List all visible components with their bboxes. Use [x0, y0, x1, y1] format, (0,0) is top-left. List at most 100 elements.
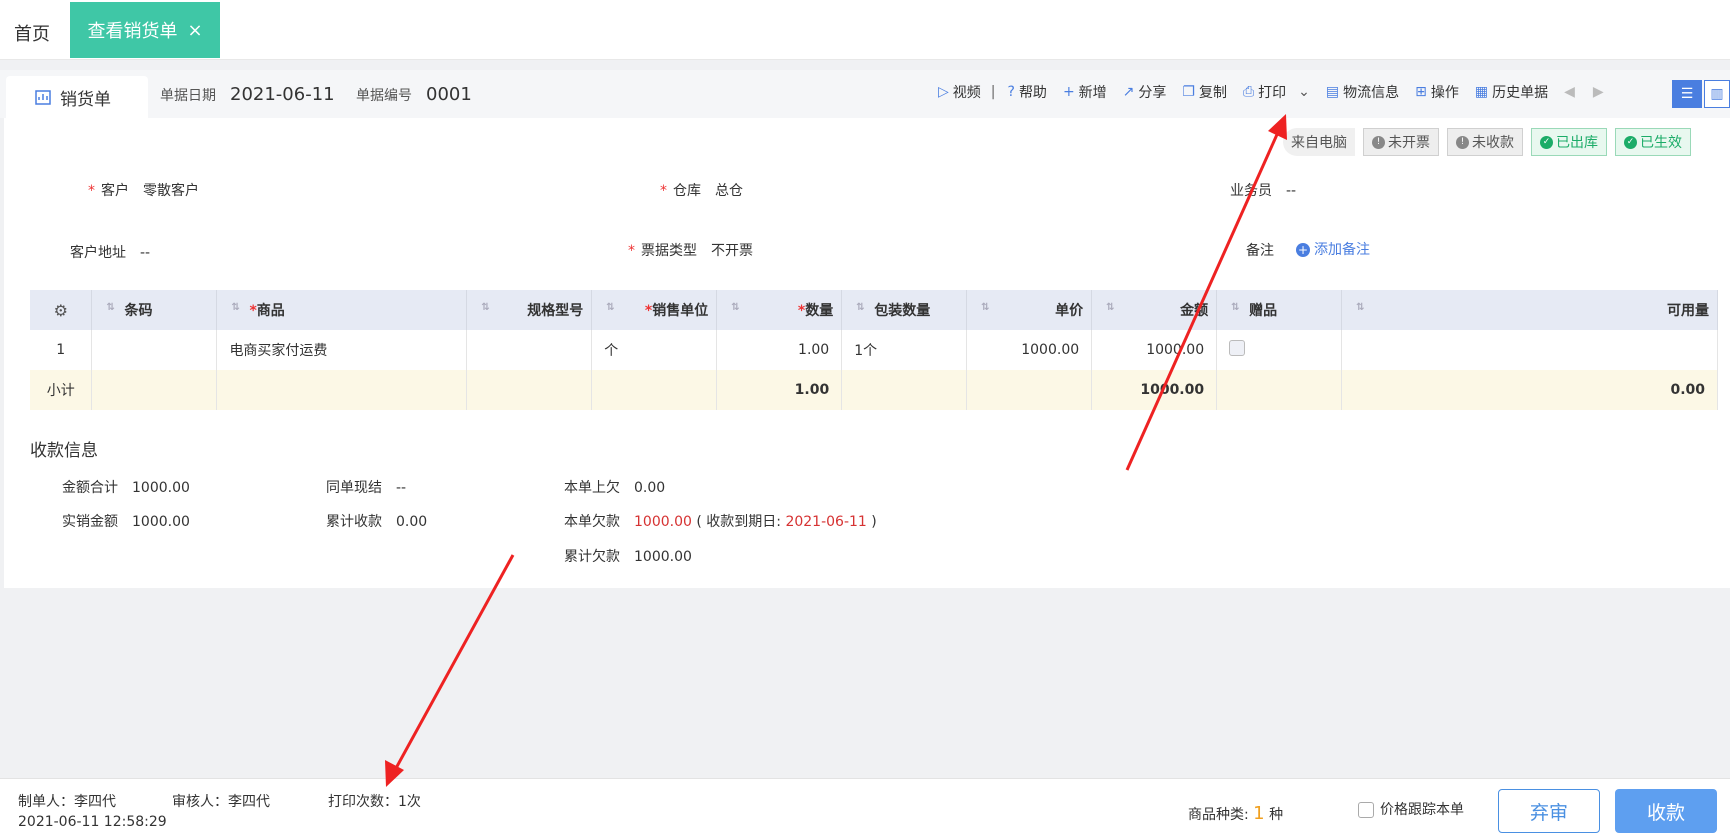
col-product-label: 商品 — [256, 303, 285, 319]
history-button[interactable]: ▦ 历史单据 — [1475, 82, 1548, 102]
prev-arrow-icon[interactable]: ◀ — [1564, 84, 1575, 100]
sort-icon[interactable]: ⇅ — [231, 302, 239, 313]
gift-checkbox[interactable] — [1229, 340, 1246, 356]
sort-icon[interactable]: ⇅ — [606, 302, 614, 313]
invoice-type-field[interactable]: * 票据类型 不开票 — [628, 240, 753, 260]
same-settle-value: -- — [396, 480, 407, 496]
col-price-label: 单价 — [1055, 303, 1084, 319]
total-amount: 金额合计 1000.00 — [62, 477, 190, 497]
sales-doc-icon — [35, 90, 51, 105]
subtotal-row: 小计 1.00 1000.00 0.00 — [30, 370, 1718, 410]
sort-icon[interactable]: ⇅ — [731, 302, 739, 313]
chevron-down-icon[interactable]: ⌄ — [1298, 84, 1310, 100]
col-amount[interactable]: ⇅ 金额 — [1091, 290, 1218, 330]
collect-payment-button[interactable]: 收款 — [1615, 789, 1717, 833]
help-button[interactable]: ? 帮助 — [1008, 82, 1047, 102]
address-label: 客户地址 — [70, 245, 126, 261]
price-track-option[interactable]: 价格跟踪本单 — [1358, 799, 1464, 819]
outbound-status-badge: ✓ 已出库 — [1531, 128, 1607, 156]
print-button[interactable]: ⎙ 打印 ⌄ — [1243, 82, 1310, 102]
customer-value: 零散客户 — [143, 183, 199, 199]
cell-spec[interactable] — [466, 330, 593, 370]
help-label: 帮助 — [1018, 85, 1047, 101]
col-pack[interactable]: ⇅ 包装数量 — [841, 290, 968, 330]
salesman-value: -- — [1286, 183, 1297, 199]
col-qty[interactable]: ⇅ *数量 — [716, 290, 843, 330]
detail-view-button[interactable]: ▥ — [1704, 80, 1730, 108]
customer-field[interactable]: * 客户 零散客户 — [88, 180, 199, 200]
video-button[interactable]: ▷ 视频 — [938, 82, 981, 102]
same-settle: 同单现结 -- — [326, 477, 406, 497]
share-button[interactable]: ↗ 分享 — [1123, 82, 1167, 102]
doc-type-tab[interactable]: 销货单 — [6, 76, 148, 118]
logistics-button[interactable]: ▤ 物流信息 — [1326, 82, 1399, 102]
required-mark: * — [628, 243, 635, 259]
document-toolbar: 销货单 单据日期 2021-06-11 单据编号 0001 ▷ 视频 | ? 帮助 + 新… — [0, 70, 1730, 118]
footer-bar: 制单人：李四代 审核人：李四代 打印次数：1次 2021-06-11 12:58… — [0, 778, 1730, 839]
add-button[interactable]: + 新增 — [1063, 82, 1107, 102]
prev-owe-label: 本单上欠 — [564, 480, 620, 496]
col-unit[interactable]: ⇅ *销售单位 — [591, 290, 718, 330]
receipt-status-label: 未收款 — [1472, 135, 1514, 151]
note-field: 备注 — [1246, 240, 1274, 260]
owe-value: 1000.00 — [634, 514, 692, 530]
sort-icon[interactable]: ⇅ — [1106, 302, 1114, 313]
salesman-label: 业务员 — [1230, 183, 1272, 199]
tab-home[interactable]: 首页 — [14, 20, 50, 46]
address-field[interactable]: 客户地址 -- — [70, 242, 150, 262]
subtotal-empty — [966, 370, 1093, 410]
top-tab-bar: 首页 查看销货单 × — [0, 0, 1730, 60]
col-product[interactable]: ⇅ *商品 — [216, 290, 468, 330]
sort-icon[interactable]: ⇅ — [981, 302, 989, 313]
sort-icon[interactable]: ⇅ — [481, 302, 489, 313]
cell-gift[interactable] — [1216, 330, 1343, 370]
kinds-value: 1 — [1253, 803, 1265, 824]
col-spec[interactable]: ⇅ 规格型号 — [466, 290, 593, 330]
col-amount-label: 金额 — [1180, 303, 1209, 319]
cell-amount[interactable]: 1000.00 — [1091, 330, 1218, 370]
cell-qty[interactable]: 1.00 — [716, 330, 843, 370]
effective-status-label: 已生效 — [1640, 135, 1682, 151]
close-icon[interactable]: × — [187, 20, 202, 41]
col-price[interactable]: ⇅ 单价 — [966, 290, 1093, 330]
cell-barcode[interactable] — [91, 330, 218, 370]
copy-button[interactable]: ❐ 复制 — [1182, 82, 1227, 102]
sort-icon[interactable]: ⇅ — [856, 302, 864, 313]
operations-button[interactable]: ⊞ 操作 — [1415, 82, 1459, 102]
sort-icon[interactable]: ⇅ — [1356, 302, 1364, 313]
col-barcode[interactable]: ⇅ 条码 — [91, 290, 218, 330]
share-label: 分享 — [1138, 85, 1167, 101]
cumulative-received: 累计收款 0.00 — [326, 511, 427, 531]
tab-view-sales-order[interactable]: 查看销货单 × — [70, 2, 220, 58]
subtotal-label: 小计 — [30, 370, 93, 410]
subtotal-empty — [1216, 370, 1343, 410]
sort-icon[interactable]: ⇅ — [106, 302, 114, 313]
list-view-button[interactable]: ☰ — [1672, 80, 1702, 108]
copy-icon: ❐ — [1182, 84, 1195, 100]
subtotal-qty: 1.00 — [716, 370, 843, 410]
salesman-field[interactable]: 业务员 -- — [1230, 180, 1296, 200]
col-gift-label: 赠品 — [1249, 303, 1278, 319]
warehouse-field[interactable]: * 仓库 总仓 — [660, 180, 743, 200]
required-mark: * — [249, 303, 257, 319]
settings-header[interactable]: ⚙ — [30, 290, 93, 330]
table-row[interactable]: 1 电商买家付运费 个 1.00 1个 1000.00 1000.00 — [30, 330, 1718, 370]
col-gift[interactable]: ⇅ 赠品 — [1216, 290, 1343, 330]
price-track-checkbox[interactable] — [1358, 802, 1374, 818]
sort-icon[interactable]: ⇅ — [1231, 302, 1239, 313]
required-mark: * — [660, 183, 667, 199]
cell-pack[interactable]: 1个 — [841, 330, 968, 370]
gear-icon[interactable]: ⚙ — [54, 301, 68, 320]
add-note-button[interactable]: + 添加备注 — [1296, 239, 1370, 259]
invoice-status-badge: ! 未开票 — [1363, 128, 1439, 156]
cell-product[interactable]: 电商买家付运费 — [216, 330, 468, 370]
created-timestamp: 2021-06-11 12:58:29 — [18, 814, 167, 830]
col-avail[interactable]: ⇅ 可用量 — [1341, 290, 1718, 330]
owe-label: 本单欠款 — [564, 514, 620, 530]
next-arrow-icon[interactable]: ▶ — [1593, 84, 1604, 100]
cell-unit[interactable]: 个 — [591, 330, 718, 370]
total-value: 1000.00 — [132, 480, 190, 496]
abandon-audit-button[interactable]: 弃审 — [1498, 789, 1600, 833]
cell-price[interactable]: 1000.00 — [966, 330, 1093, 370]
subtotal-amount: 1000.00 — [1091, 370, 1218, 410]
